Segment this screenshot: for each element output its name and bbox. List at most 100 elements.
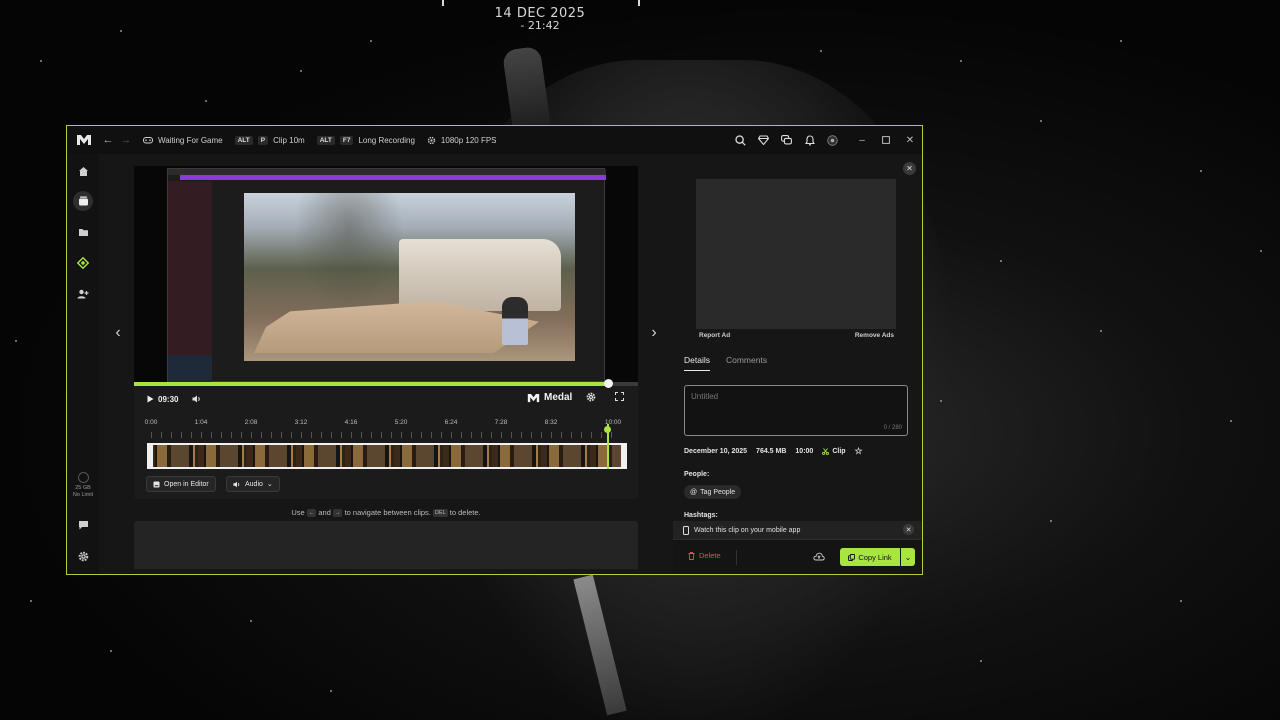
storage-size: 25 GB [75, 485, 91, 491]
tag-people-label: Tag People [700, 488, 736, 496]
next-clip-arrow-icon[interactable]: › [646, 322, 662, 344]
delete-label: Delete [699, 551, 721, 560]
tab-comments[interactable]: Comments [726, 355, 767, 371]
settings-gear-icon [427, 136, 436, 144]
hint-and: and [318, 508, 331, 517]
scene-person [502, 297, 528, 345]
hint-delete-key: DEL [432, 509, 448, 518]
next-clip-card[interactable] [134, 521, 638, 569]
messages-icon[interactable] [775, 126, 798, 154]
forward-arrow-icon[interactable]: → [117, 134, 135, 146]
playback-progress-bar[interactable] [134, 379, 638, 388]
tag-people-button[interactable]: @ Tag People [684, 485, 742, 499]
copy-options-chevron-icon[interactable]: ⌄ [901, 548, 915, 566]
open-in-editor-button[interactable]: Open in Editor [146, 476, 216, 492]
trim-end-handle[interactable] [621, 443, 627, 469]
clip-title-field[interactable]: 0 / 280 [684, 385, 908, 436]
maximize-button[interactable] [874, 126, 898, 154]
hint-prefix: Use [291, 508, 305, 517]
favorite-star-icon[interactable]: ☆ [855, 446, 863, 457]
footer-divider [736, 550, 737, 565]
trim-start-handle[interactable] [147, 443, 153, 469]
play-icon [147, 395, 154, 403]
timeline-label: 1:04 [194, 419, 208, 426]
scene-overlay-controls [248, 359, 571, 373]
storage-ring-icon [77, 472, 89, 483]
medal-diamond-icon[interactable] [73, 253, 93, 273]
timeline-playhead-handle[interactable] [604, 426, 611, 433]
audio-dropdown-label: Audio [245, 480, 263, 488]
medal-brand-label: Medal [544, 392, 573, 403]
mobile-app-banner[interactable]: Watch this clip on your mobile app ✕ [673, 521, 922, 539]
clip-duration: 10:00 [795, 448, 814, 455]
video-frame-banner [180, 175, 606, 180]
clip-type-label: Clip [832, 448, 846, 455]
audio-dropdown[interactable]: Audio ⌄ [226, 476, 280, 492]
people-label: People: [684, 471, 710, 478]
report-ad-link[interactable]: Report Ad [699, 332, 730, 339]
folder-icon[interactable] [73, 222, 93, 242]
feedback-chat-icon[interactable] [73, 515, 93, 535]
timeline-label: 3:12 [294, 419, 308, 426]
timeline-label: 6:24 [444, 419, 458, 426]
current-time: 09:30 [158, 394, 179, 404]
scene-tent [399, 239, 561, 311]
clips-library-icon[interactable] [73, 191, 93, 211]
hotkey-clip-mod: ALT [234, 135, 253, 145]
sidebar: 25 GB No Limit [67, 154, 99, 574]
clock-time: - 21:42 [520, 19, 560, 32]
scene-tree [294, 193, 404, 313]
hotkey-long-label: Long Recording [358, 135, 415, 145]
close-window-button[interactable]: ✕ [898, 126, 922, 154]
volume-icon[interactable] [192, 395, 202, 403]
storage-indicator[interactable]: 25 GB No Limit [67, 472, 99, 499]
timeline-label: 4:16 [344, 419, 358, 426]
trash-icon [688, 551, 695, 560]
fullscreen-icon[interactable] [615, 392, 624, 401]
previous-clip-arrow-icon[interactable]: ‹ [110, 322, 126, 344]
open-in-editor-label: Open in Editor [164, 480, 209, 488]
timeline-label: 2:08 [244, 419, 258, 426]
chevron-down-icon: ⌄ [266, 481, 273, 488]
timeline-ticks [151, 432, 617, 438]
scissors-icon [822, 448, 830, 455]
player-settings-icon[interactable] [586, 392, 596, 402]
copy-link-label: Copy Link [858, 552, 892, 562]
back-arrow-icon[interactable]: ← [99, 134, 117, 146]
timeline-filmstrip[interactable] [147, 443, 627, 469]
hotkey-long-mod: ALT [316, 135, 335, 145]
close-banner-button[interactable]: ✕ [903, 524, 914, 535]
timeline-label: 8:32 [544, 419, 558, 426]
hint-left-key: ← [306, 509, 317, 518]
premium-diamond-icon[interactable] [752, 126, 775, 154]
clip-meta: December 10, 2025 764.5 MB 10:00 Clip ☆ [684, 446, 863, 457]
recording-quality[interactable]: 1080p 120 FPS [427, 136, 497, 145]
settings-icon[interactable] [73, 546, 93, 566]
hint-right-key: → [332, 509, 343, 518]
search-icon[interactable] [729, 126, 752, 154]
copy-link-button[interactable]: Copy Link [840, 548, 900, 566]
tab-details[interactable]: Details [684, 355, 710, 371]
minimize-button[interactable]: – [850, 126, 874, 154]
add-friend-icon[interactable] [73, 284, 93, 304]
hotkey-long-recording: ALT F7 Long Recording [316, 135, 415, 145]
delete-button[interactable]: Delete [688, 551, 721, 560]
cloud-upload-icon[interactable] [813, 552, 825, 561]
at-sign-icon: @ [690, 488, 698, 496]
ad-slot[interactable] [696, 179, 896, 329]
clip-details-panel: ✕ Report Ad Remove Ads Details Comments … [673, 154, 922, 574]
home-icon[interactable] [73, 161, 93, 181]
user-avatar-icon[interactable] [821, 126, 844, 154]
remove-ads-link[interactable]: Remove Ads [855, 332, 894, 339]
medal-logo-icon[interactable] [69, 126, 99, 154]
playback-progress-handle[interactable] [603, 379, 613, 388]
notifications-bell-icon[interactable] [798, 126, 821, 154]
medal-brand-logo-icon [527, 393, 540, 402]
clip-title-input[interactable] [691, 392, 891, 401]
storage-limit: No Limit [72, 492, 94, 498]
game-status: Waiting For Game [143, 136, 223, 145]
clip-size: 764.5 MB [756, 448, 787, 455]
close-panel-button[interactable]: ✕ [903, 162, 916, 175]
hotkey-long-key: F7 [339, 135, 354, 145]
play-button[interactable]: 09:30 [147, 395, 178, 404]
